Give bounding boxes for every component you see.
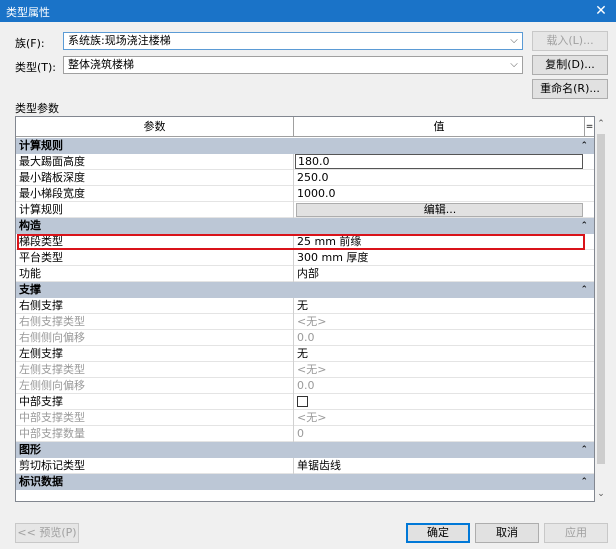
parameter-name: 中部支撑类型	[16, 410, 294, 426]
grid-header: 参数 值 =	[16, 117, 594, 137]
collapse-chevron-icon[interactable]: ⌃	[580, 442, 588, 458]
parameter-row[interactable]: 左侧支撑类型 <无>	[16, 362, 594, 378]
grid-scrollbar[interactable]: ⌃ ⌄	[595, 116, 607, 502]
parameter-value[interactable]	[296, 394, 584, 410]
group-header[interactable]: 标识数据 ⌃	[16, 474, 594, 490]
group-title: 支撑	[19, 283, 41, 296]
parameter-name: 左侧支撑	[16, 346, 294, 362]
parameter-name: 右侧支撑	[16, 298, 294, 314]
group-title: 标识数据	[19, 475, 63, 488]
type-value: 整体浇筑楼梯	[68, 58, 134, 71]
parameter-row[interactable]: 功能 内部	[16, 266, 594, 282]
parameter-value[interactable]: 无	[296, 346, 584, 362]
parameter-value: 0	[297, 427, 304, 440]
parameter-name: 最大踢面高度	[16, 154, 294, 170]
parameter-row[interactable]: 最大踢面高度 180.0	[16, 154, 594, 170]
parameter-value[interactable]: 无	[296, 298, 584, 314]
group-header[interactable]: 计算规则 ⌃	[16, 138, 594, 154]
preview-button[interactable]: << 预览(P)	[15, 523, 79, 543]
checkbox[interactable]	[297, 396, 308, 407]
apply-button[interactable]: 应用	[544, 523, 608, 543]
collapse-chevron-icon[interactable]: ⌃	[580, 138, 588, 154]
parameter-name: 左侧支撑类型	[16, 362, 294, 378]
parameter-row[interactable]: 剪切标记类型 单锯齿线	[16, 458, 594, 474]
group-header[interactable]: 图形 ⌃	[16, 442, 594, 458]
ok-button[interactable]: 确定	[406, 523, 470, 543]
rename-button[interactable]: 重命名(R)...	[532, 79, 608, 99]
cancel-button[interactable]: 取消	[475, 523, 539, 543]
edit-button[interactable]: 编辑...	[296, 203, 583, 217]
scroll-down-icon[interactable]: ⌄	[595, 488, 607, 500]
parameter-value[interactable]: 300 mm 厚度	[296, 250, 584, 266]
parameter-value: <无>	[297, 363, 327, 376]
type-parameters-label: 类型参数	[15, 102, 59, 115]
parameter-row[interactable]: 右侧支撑类型 <无>	[16, 314, 594, 330]
parameter-row[interactable]: 最小踏板深度 250.0	[16, 170, 594, 186]
parameter-name: 最小踏板深度	[16, 170, 294, 186]
parameter-name: 功能	[16, 266, 294, 282]
parameter-row[interactable]: 中部支撑数量 0	[16, 426, 594, 442]
collapse-chevron-icon[interactable]: ⌃	[580, 474, 588, 490]
parameter-row[interactable]: 左侧侧向偏移 0.0	[16, 378, 594, 394]
parameter-name: 平台类型	[16, 250, 294, 266]
parameter-grid: 参数 值 = 计算规则 ⌃ 最大踢面高度 180.0 最小踏板深度 250.0 最小梯段宽度…	[15, 116, 595, 502]
type-label: 类型(T):	[15, 61, 57, 74]
family-label: 族(F):	[15, 37, 45, 50]
group-title: 图形	[19, 443, 41, 456]
scroll-up-icon[interactable]: ⌃	[595, 118, 607, 130]
sort-icon[interactable]: =	[584, 117, 594, 137]
parameter-row[interactable]: 平台类型 300 mm 厚度	[16, 250, 594, 266]
chevron-down-icon[interactable]: ⌵	[506, 33, 522, 49]
chevron-down-icon[interactable]: ⌵	[506, 57, 522, 73]
title-bar: 类型属性 ✕	[0, 0, 616, 22]
parameter-row[interactable]: 中部支撑	[16, 394, 594, 410]
scroll-thumb[interactable]	[597, 134, 605, 464]
window-title: 类型属性	[6, 6, 50, 19]
group-header[interactable]: 支撑 ⌃	[16, 282, 594, 298]
family-value: 系统族:现场浇注楼梯	[68, 34, 171, 47]
type-select[interactable]: 整体浇筑楼梯 ⌵	[63, 56, 523, 74]
header-value[interactable]: 值	[294, 117, 584, 137]
family-select[interactable]: 系统族:现场浇注楼梯 ⌵	[63, 32, 523, 50]
parameter-value: <无>	[297, 411, 327, 424]
parameter-name: 最小梯段宽度	[16, 186, 294, 202]
group-title: 计算规则	[19, 139, 63, 152]
group-title: 构造	[19, 219, 41, 232]
parameter-name: 中部支撑	[16, 394, 294, 410]
parameter-name: 梯段类型	[16, 234, 294, 250]
parameter-value[interactable]: 1000.0	[296, 186, 584, 202]
parameter-value: 0.0	[297, 379, 315, 392]
parameter-row[interactable]: 梯段类型 25 mm 前缘	[16, 234, 594, 250]
parameter-value: 0.0	[297, 331, 315, 344]
parameter-value[interactable]: 内部	[296, 266, 584, 282]
parameter-name: 右侧侧向偏移	[16, 330, 294, 346]
parameter-value[interactable]: 单锯齿线	[296, 458, 584, 474]
parameter-row[interactable]: 中部支撑类型 <无>	[16, 410, 594, 426]
parameter-name: 右侧支撑类型	[16, 314, 294, 330]
parameter-row[interactable]: 右侧侧向偏移 0.0	[16, 330, 594, 346]
collapse-chevron-icon[interactable]: ⌃	[580, 282, 588, 298]
parameter-row[interactable]: 最小梯段宽度 1000.0	[16, 186, 594, 202]
parameter-name: 中部支撑数量	[16, 426, 294, 442]
duplicate-button[interactable]: 复制(D)...	[532, 55, 608, 75]
header-parameter[interactable]: 参数	[16, 117, 294, 137]
close-icon[interactable]: ✕	[586, 0, 616, 22]
parameter-name: 计算规则	[16, 202, 294, 218]
parameter-value-input[interactable]: 180.0	[295, 154, 583, 169]
load-button[interactable]: 载入(L)...	[532, 31, 608, 51]
parameter-row[interactable]: 右侧支撑无	[16, 298, 594, 314]
parameter-value: <无>	[297, 315, 327, 328]
parameter-row[interactable]: 左侧支撑无	[16, 346, 594, 362]
group-header[interactable]: 构造 ⌃	[16, 218, 594, 234]
collapse-chevron-icon[interactable]: ⌃	[580, 218, 588, 234]
parameter-value[interactable]: 250.0	[296, 170, 584, 186]
parameter-name: 左侧侧向偏移	[16, 378, 294, 394]
parameter-value[interactable]: 25 mm 前缘	[296, 234, 584, 250]
parameter-name: 剪切标记类型	[16, 458, 294, 474]
parameter-row[interactable]: 计算规则 编辑...	[16, 202, 594, 218]
